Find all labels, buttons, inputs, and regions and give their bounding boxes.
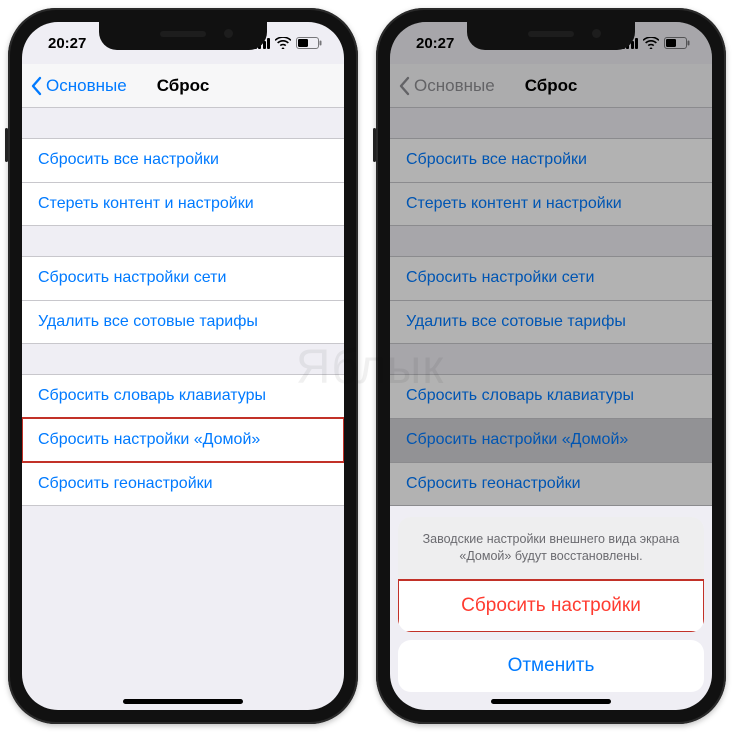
page-title: Сброс: [157, 76, 210, 96]
row-reset-location[interactable]: Сбросить геонастройки: [22, 462, 344, 506]
notch: [99, 22, 267, 50]
back-label: Основные: [46, 76, 127, 96]
status-time: 20:27: [48, 35, 86, 52]
sheet-confirm-button[interactable]: Сбросить настройки: [398, 580, 704, 632]
action-sheet: Заводские настройки внешнего вида экрана…: [398, 517, 704, 700]
home-indicator: [123, 699, 243, 704]
row-reset-home-layout[interactable]: Сбросить настройки «Домой»: [22, 418, 344, 462]
wifi-icon: [275, 37, 291, 49]
sheet-cancel-button[interactable]: Отменить: [398, 640, 704, 692]
row-reset-keyboard-dict[interactable]: Сбросить словарь клавиатуры: [22, 374, 344, 418]
back-button[interactable]: Основные: [30, 64, 127, 107]
navbar: Основные Сброс: [22, 64, 344, 108]
home-indicator: [491, 699, 611, 704]
row-erase-content[interactable]: Стереть контент и настройки: [22, 182, 344, 226]
phone-frame-left: 20:27 Основные: [8, 8, 358, 724]
battery-icon: [296, 37, 322, 49]
modal-dim-overlay: [390, 22, 712, 506]
row-remove-cellular-plans[interactable]: Удалить все сотовые тарифы: [22, 300, 344, 344]
settings-group: Сбросить словарь клавиатуры Сбросить нас…: [22, 374, 344, 506]
settings-group: Сбросить все настройки Стереть контент и…: [22, 138, 344, 226]
row-reset-all-settings[interactable]: Сбросить все настройки: [22, 138, 344, 182]
notch: [467, 22, 635, 50]
action-sheet-message: Заводские настройки внешнего вида экрана…: [398, 517, 704, 580]
phone-frame-right: 20:27: [376, 8, 726, 724]
chevron-left-icon: [30, 76, 42, 96]
row-reset-network[interactable]: Сбросить настройки сети: [22, 256, 344, 300]
settings-group: Сбросить настройки сети Удалить все сото…: [22, 256, 344, 344]
